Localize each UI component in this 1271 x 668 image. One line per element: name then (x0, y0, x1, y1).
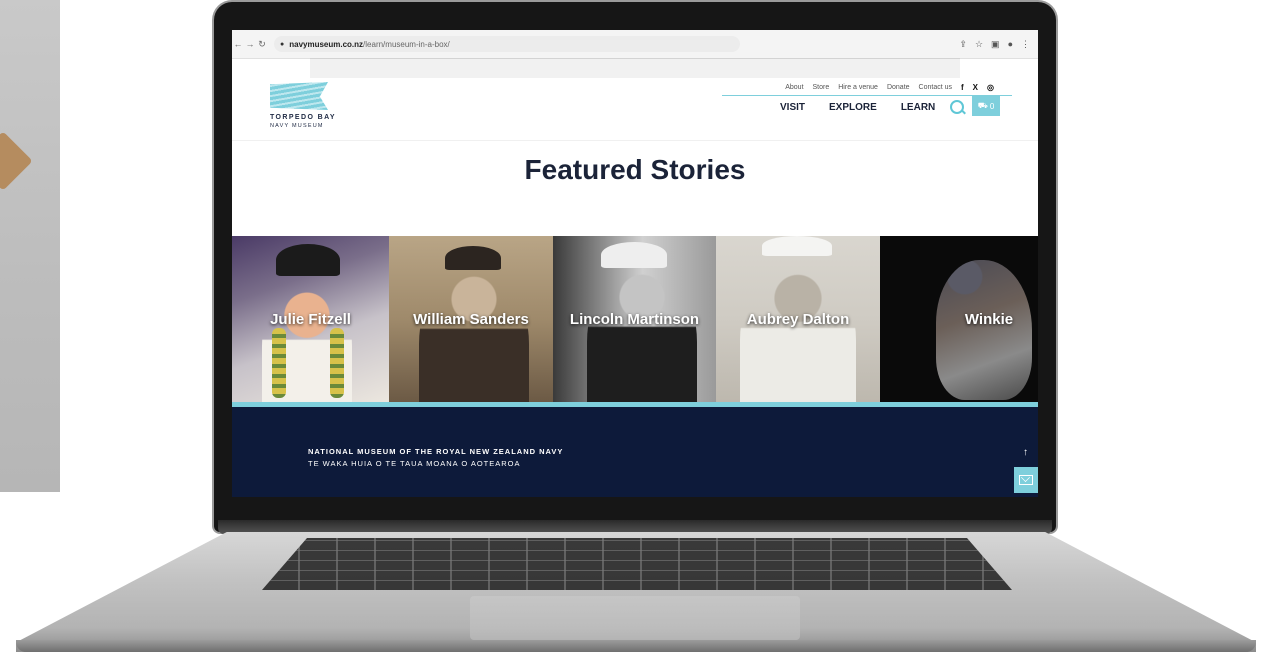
story-photo (587, 262, 697, 402)
browser-actions: ⇪ ☆ ▣ ● ⋮ (959, 39, 1030, 50)
story-photo-cap (762, 236, 832, 256)
menu-icon[interactable]: ⋮ (1021, 39, 1030, 50)
top-links: About Store Hire a venue Donate Contact … (785, 83, 994, 92)
top-link-store[interactable]: Store (813, 84, 830, 91)
star-icon[interactable]: ☆ (975, 39, 983, 50)
profile-icon[interactable]: ● (1008, 39, 1013, 50)
url-host: navymuseum.co.nz (289, 39, 364, 49)
story-card-winkie[interactable]: Winkie (880, 236, 1038, 402)
scroll-top-icon[interactable]: ↑ (1023, 447, 1028, 458)
story-card-william-sanders[interactable]: William Sanders (389, 236, 553, 402)
share-icon[interactable]: ⇪ (959, 39, 967, 50)
logo-line1[interactable]: TORPEDO BAY (270, 114, 336, 121)
address-bar[interactable]: ● navymuseum.co.nz/learn/museum-in-a-box… (274, 36, 740, 52)
top-link-about[interactable]: About (785, 84, 803, 91)
pigeon-image (936, 260, 1032, 400)
reload-icon[interactable]: ↻ (256, 39, 268, 50)
story-photo (740, 260, 856, 402)
lock-icon: ● (280, 40, 285, 48)
story-name: Julie Fitzell (270, 310, 351, 328)
main-nav: VISIT EXPLORE LEARN (780, 102, 935, 113)
laptop-screen: ← → ↻ ● navymuseum.co.nz/learn/museum-in… (232, 30, 1038, 497)
nav-visit[interactable]: VISIT (780, 102, 805, 113)
logo-line2[interactable]: NAVY MUSEUM (270, 123, 324, 129)
facebook-icon[interactable]: f (961, 83, 964, 92)
footer-subtitle: TE WAKA HUIA O TE TAUA MOANA O AOTEAROA (308, 459, 521, 468)
story-card-aubrey-dalton[interactable]: Aubrey Dalton (716, 236, 880, 402)
laptop-keyboard-rows (262, 538, 1012, 590)
story-name: William Sanders (413, 310, 529, 328)
story-name: Lincoln Martinson (569, 310, 700, 328)
mail-icon (1019, 475, 1033, 485)
laptop-trackpad (470, 596, 800, 640)
mail-button[interactable] (1014, 467, 1038, 493)
sidebar-icon[interactable]: ▣ (991, 39, 1000, 50)
page-title: Featured Stories (524, 154, 746, 185)
featured-stories: Julie Fitzell William Sanders Lincoln Ma… (232, 236, 1038, 402)
back-icon[interactable]: ← (232, 39, 244, 49)
nav-learn[interactable]: LEARN (901, 102, 935, 113)
story-photo-cap (276, 244, 340, 276)
search-icon[interactable] (950, 100, 964, 114)
story-photo (419, 264, 529, 402)
story-photo-lei-left (272, 328, 286, 398)
site-footer: NATIONAL MUSEUM OF THE ROYAL NEW ZEALAND… (232, 407, 1038, 497)
url-path: /learn/museum-in-a-box/ (363, 39, 450, 49)
cart-icon: ⛟ (977, 101, 988, 110)
x-icon[interactable]: X (973, 83, 978, 92)
header-divider (722, 95, 1012, 96)
top-link-donate[interactable]: Donate (887, 84, 910, 91)
story-card-lincoln-martinson[interactable]: Lincoln Martinson (553, 236, 716, 402)
video-overlay-bar (310, 58, 960, 78)
story-photo-lei-right (330, 328, 344, 398)
forward-icon[interactable]: → (244, 39, 256, 49)
cart-count: 0 (989, 101, 995, 111)
instagram-icon[interactable]: ◎ (987, 83, 994, 92)
story-photo-cap (601, 242, 667, 268)
top-link-hire-venue[interactable]: Hire a venue (838, 84, 878, 91)
nav-explore[interactable]: EXPLORE (829, 102, 877, 113)
laptop-hinge (218, 520, 1052, 534)
laptop-base-edge (16, 640, 1256, 652)
top-link-contact[interactable]: Contact us (919, 84, 952, 91)
story-card-julie-fitzell[interactable]: Julie Fitzell (232, 236, 389, 402)
browser-toolbar: ← → ↻ ● navymuseum.co.nz/learn/museum-in… (232, 30, 1038, 59)
story-name: Winkie (964, 310, 1014, 328)
story-name: Aubrey Dalton (746, 310, 850, 328)
background-panel (0, 0, 60, 492)
cart-button[interactable]: ⛟ 0 (972, 96, 1000, 116)
story-photo-cap (445, 246, 501, 270)
footer-title: NATIONAL MUSEUM OF THE ROYAL NEW ZEALAND… (308, 447, 564, 456)
site-header: TORPEDO BAY NAVY MUSEUM About Store Hire… (232, 78, 1038, 141)
logo-flag-icon[interactable] (270, 82, 328, 110)
